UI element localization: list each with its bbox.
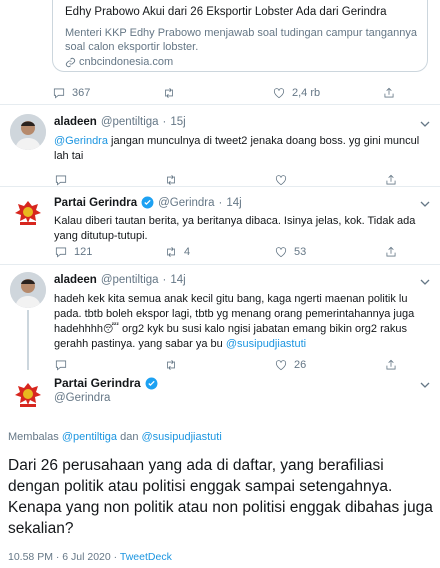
- like-button[interactable]: 2,4 rb: [272, 86, 382, 100]
- reply-count: 367: [72, 87, 91, 99]
- like-button[interactable]: 53: [274, 245, 384, 259]
- card-title: Edhy Prabowo Akui dari 26 Eksportir Lobs…: [65, 6, 387, 18]
- card-description: Menteri KKP Edhy Prabowo menjawab soal t…: [65, 27, 418, 53]
- share-button[interactable]: [382, 86, 396, 100]
- retweet-button[interactable]: [164, 358, 274, 372]
- verified-icon: [141, 196, 154, 209]
- handle[interactable]: @pentiltiga: [101, 274, 159, 286]
- reply-icon: [55, 247, 67, 258]
- chevron-down-icon[interactable]: [420, 199, 430, 209]
- share-button[interactable]: [384, 358, 398, 372]
- share-button[interactable]: [384, 245, 398, 259]
- like-count: 26: [294, 359, 307, 371]
- mention-link[interactable]: @susipudjiastuti: [142, 431, 222, 443]
- tweet-actions: 367 2,4 rb: [52, 86, 428, 100]
- avatar[interactable]: [10, 114, 46, 150]
- mention-link[interactable]: @susipudjiastuti: [226, 338, 306, 350]
- display-name[interactable]: aladeen: [54, 274, 97, 286]
- like-icon: [275, 360, 287, 371]
- like-button[interactable]: [274, 173, 384, 187]
- handle[interactable]: @Gerindra: [54, 392, 110, 404]
- divider: [0, 264, 440, 265]
- tweet-header: aladeen @pentiltiga · 14j: [54, 274, 186, 286]
- display-name[interactable]: Partai Gerindra: [54, 376, 141, 390]
- reply-icon: [53, 88, 65, 99]
- chevron-down-icon[interactable]: [420, 380, 430, 390]
- share-icon: [384, 87, 394, 98]
- tweet-timestamp[interactable]: 10.58 PM · 6 Jul 2020 ·: [8, 551, 117, 563]
- share-icon: [386, 246, 396, 257]
- reply-icon: [55, 360, 67, 371]
- tweet-text: hadeh kek kita semua anak kecil gitu ban…: [54, 292, 434, 352]
- retweet-icon: [165, 88, 173, 98]
- tweet-actions: [54, 173, 398, 187]
- retweet-button[interactable]: [164, 173, 274, 187]
- main-tweet-author: Partai Gerindra: [54, 376, 158, 390]
- reply-count: 121: [74, 246, 93, 258]
- tweet-source[interactable]: TweetDeck: [120, 551, 172, 563]
- timestamp[interactable]: 14j: [226, 197, 241, 209]
- retweet-icon: [167, 247, 175, 257]
- retweet-button[interactable]: [162, 86, 272, 100]
- thread-line: [27, 310, 29, 370]
- divider: [0, 186, 440, 187]
- avatar[interactable]: [10, 376, 46, 412]
- chevron-down-icon[interactable]: [420, 277, 430, 287]
- divider: [0, 104, 440, 105]
- retweet-button[interactable]: 4: [164, 245, 274, 259]
- handle[interactable]: @Gerindra: [158, 197, 214, 209]
- mention-link[interactable]: @Gerindra: [54, 135, 108, 147]
- tweet-header: aladeen @pentiltiga · 15j: [54, 116, 186, 128]
- retweet-icon: [167, 175, 175, 185]
- card-domain: cnbcindonesia.com: [65, 56, 173, 68]
- like-icon: [273, 88, 285, 99]
- tweet-text-content: jangan munculnya di tweet2 jenaka doang …: [54, 135, 420, 162]
- separator: ·: [162, 116, 167, 128]
- mention-link[interactable]: @pentiltiga: [62, 431, 117, 443]
- sleepy-emoji: 😴: [102, 324, 119, 335]
- tweet-actions: 121 4 53: [54, 245, 398, 259]
- like-icon: [275, 175, 287, 186]
- timestamp[interactable]: 14j: [170, 274, 185, 286]
- reply-button[interactable]: 121: [54, 245, 164, 259]
- replying-to: Membalas @pentiltiga dan @susipudjiastut…: [8, 431, 222, 443]
- handle[interactable]: @pentiltiga: [101, 116, 159, 128]
- retweet-icon: [167, 360, 175, 370]
- avatar[interactable]: [10, 272, 46, 308]
- like-count: 2,4 rb: [292, 87, 321, 99]
- link-icon: [65, 57, 76, 67]
- tweet-header: Partai Gerindra @Gerindra · 14j: [54, 196, 242, 209]
- timestamp[interactable]: 15j: [170, 116, 185, 128]
- share-icon: [386, 359, 396, 370]
- reply-button[interactable]: [54, 358, 164, 372]
- link-card[interactable]: Edhy Prabowo Akui dari 26 Eksportir Lobs…: [52, 0, 428, 72]
- tweet-meta: 10.58 PM · 6 Jul 2020 · TweetDeck: [8, 551, 172, 563]
- reply-button[interactable]: 367: [52, 86, 162, 100]
- reply-button[interactable]: [54, 173, 164, 187]
- separator: ·: [162, 274, 167, 286]
- chevron-down-icon[interactable]: [420, 119, 430, 129]
- like-count: 53: [294, 246, 307, 258]
- like-icon: [275, 247, 287, 258]
- display-name[interactable]: Partai Gerindra: [54, 197, 137, 209]
- reply-icon: [55, 175, 67, 186]
- replying-label: Membalas: [8, 431, 59, 443]
- like-button[interactable]: 26: [274, 358, 384, 372]
- tweet-text: Kalau diberi tautan berita, ya beritanya…: [54, 215, 416, 242]
- tweet-text: @Gerindra jangan munculnya di tweet2 jen…: [54, 134, 434, 164]
- replying-and: dan: [120, 431, 139, 443]
- main-tweet-text: Dari 26 perusahaan yang ada di daftar, y…: [8, 457, 433, 537]
- avatar[interactable]: [10, 194, 46, 230]
- tweet-actions: 26: [54, 358, 398, 372]
- separator: ·: [218, 196, 223, 209]
- retweet-count: 4: [184, 246, 191, 258]
- share-button[interactable]: [384, 173, 398, 187]
- display-name[interactable]: aladeen: [54, 116, 97, 128]
- verified-icon: [145, 377, 158, 389]
- card-domain-text: cnbcindonesia.com: [79, 56, 174, 68]
- share-icon: [386, 174, 396, 185]
